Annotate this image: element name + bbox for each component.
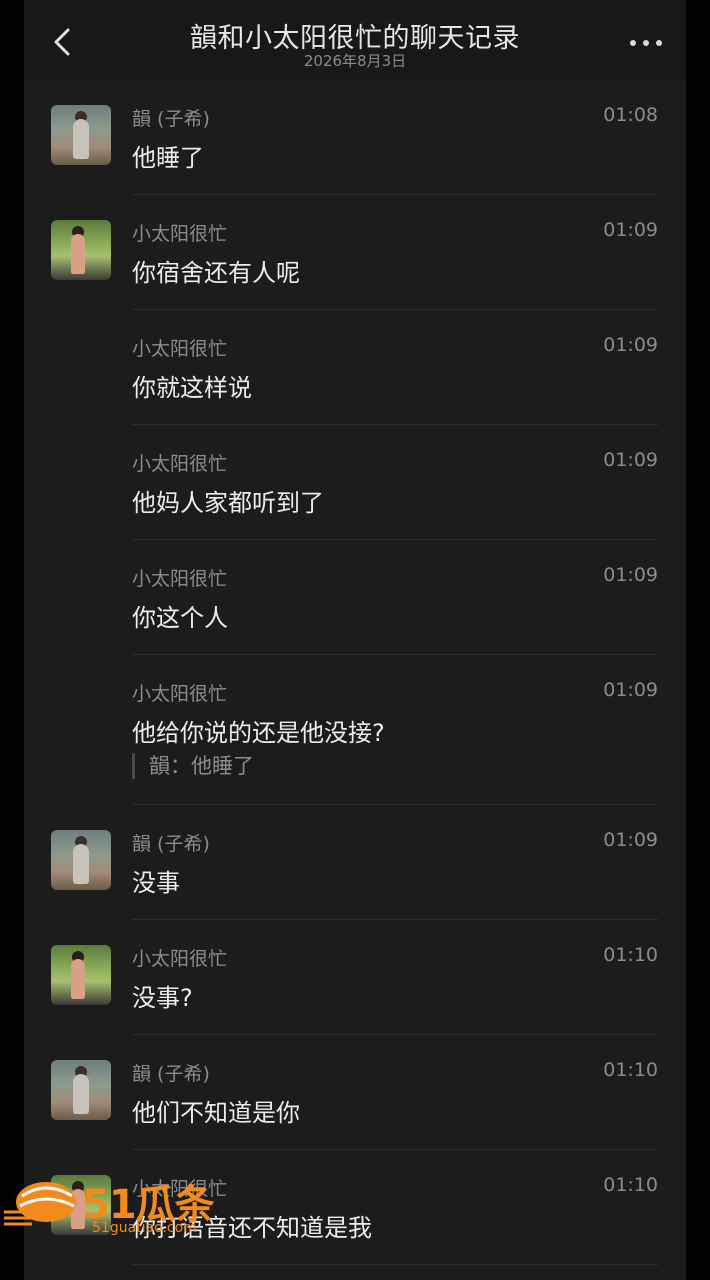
more-button[interactable]	[626, 28, 666, 58]
message-item[interactable]: 小太阳很忙 01:09 你就这样说	[24, 310, 686, 425]
avatar-xiaotaiyang[interactable]	[51, 220, 111, 280]
message-sender: 小太阳很忙	[132, 223, 228, 245]
more-dots-icon	[630, 40, 636, 46]
message-text: 他们不知道是你	[132, 1099, 300, 1127]
message-sender: 韻 (子希)	[132, 108, 210, 130]
message-text: 没事	[132, 869, 180, 897]
watermark-logo: 51瓜条 51guatiao.com	[0, 1172, 240, 1238]
message-item[interactable]: 小太阳很忙 01:09 你宿舍还有人呢	[24, 195, 686, 310]
message-text: 他妈人家都听到了	[132, 489, 324, 517]
message-sender: 小太阳很忙	[132, 683, 228, 705]
message-time: 01:08	[603, 104, 658, 126]
message-time: 01:10	[603, 944, 658, 966]
message-sender: 小太阳很忙	[132, 568, 228, 590]
avatar-xiaotaiyang[interactable]	[51, 945, 111, 1005]
message-sender: 小太阳很忙	[132, 948, 228, 970]
message-item[interactable]: 韻 (子希) 01:08 他睡了	[24, 80, 686, 195]
watermark-url: 51guatiao.com	[92, 1220, 197, 1236]
message-sender: 韻 (子希)	[132, 1063, 210, 1085]
message-text: 你这个人	[132, 604, 228, 632]
message-time: 01:09	[603, 449, 658, 471]
message-time: 01:09	[603, 334, 658, 356]
avatar-yun[interactable]	[51, 105, 111, 165]
avatar-yun[interactable]	[51, 1060, 111, 1120]
message-time: 01:09	[603, 219, 658, 241]
message-text: 你就这样说	[132, 374, 252, 402]
message-sender: 小太阳很忙	[132, 453, 228, 475]
message-time: 01:09	[603, 679, 658, 701]
quoted-reply[interactable]: 韻：他睡了	[132, 753, 254, 779]
message-time: 01:10	[603, 1174, 658, 1196]
message-text: 你宿舍还有人呢	[132, 259, 300, 287]
header-bar: 韻和小太阳很忙的聊天记录 2026年8月3日	[24, 0, 686, 80]
message-time: 01:10	[603, 1059, 658, 1081]
message-text: 没事?	[132, 984, 193, 1012]
message-text: 他给你说的还是他没接?	[132, 719, 385, 747]
chat-date: 2026年8月3日	[303, 52, 407, 70]
avatar-yun[interactable]	[51, 830, 111, 890]
message-time: 01:09	[603, 564, 658, 586]
message-text: 他睡了	[132, 144, 204, 172]
melon-logo-icon	[4, 1182, 76, 1226]
message-sender: 小太阳很忙	[132, 338, 228, 360]
message-time: 01:09	[603, 829, 658, 851]
message-item[interactable]: 韻 (子希) 01:10 他们不知道是你	[24, 1035, 686, 1150]
message-item[interactable]: 小太阳很忙 01:09 你这个人	[24, 540, 686, 655]
divider	[132, 1264, 658, 1265]
message-item[interactable]: 小太阳很忙 01:09 他给你说的还是他没接? 韻：他睡了	[24, 655, 686, 805]
message-item[interactable]: 小太阳很忙 01:10 没事?	[24, 920, 686, 1035]
message-item[interactable]: 小太阳很忙 01:09 他妈人家都听到了	[24, 425, 686, 540]
message-sender: 韻 (子希)	[132, 833, 210, 855]
message-item[interactable]: 韻 (子希) 01:09 没事	[24, 805, 686, 920]
chat-history-screen: 韻和小太阳很忙的聊天记录 2026年8月3日 韻 (子希) 01:08 他睡了 …	[24, 0, 686, 1280]
